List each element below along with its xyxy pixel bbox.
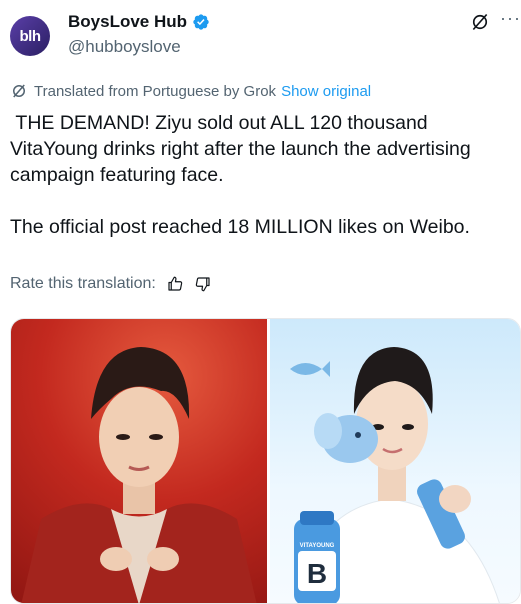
rate-translation: Rate this translation: bbox=[10, 275, 212, 293]
photo-right[interactable]: VITAYOUNG B bbox=[270, 319, 520, 603]
bottle-brand-label: VITAYOUNG bbox=[300, 543, 335, 549]
show-original-link[interactable]: Show original bbox=[281, 83, 371, 100]
rate-label: Rate this translation: bbox=[10, 275, 156, 292]
handle[interactable]: @hubboyslove bbox=[68, 37, 181, 57]
more-options-icon[interactable]: ··· bbox=[500, 8, 521, 29]
thumbs-up-icon[interactable] bbox=[166, 275, 184, 293]
grok-icon bbox=[13, 84, 25, 98]
person-red-jacket-image bbox=[21, 347, 257, 603]
avatar[interactable]: blh bbox=[10, 16, 50, 56]
grok-icon[interactable] bbox=[470, 12, 490, 32]
media-grid: VITAYOUNG B bbox=[10, 318, 521, 604]
post-header: blh BoysLove Hub @hubboyslove ··· bbox=[0, 0, 521, 66]
verified-badge-icon bbox=[193, 14, 209, 30]
person-with-drink-image: VITAYOUNG B bbox=[290, 347, 500, 603]
thumbs-down-icon[interactable] bbox=[194, 275, 212, 293]
name-row: BoysLove Hub bbox=[68, 12, 210, 32]
post-text: THE DEMAND! Ziyu sold out ALL 120 thousa… bbox=[10, 112, 471, 238]
translation-label: Translated from Portuguese by Grok bbox=[34, 82, 277, 100]
bottle-letter-label: B bbox=[307, 558, 327, 589]
photo-left[interactable] bbox=[11, 319, 267, 603]
display-name[interactable]: BoysLove Hub bbox=[68, 12, 187, 32]
translation-notice: Translated from Portuguese by Grok Show … bbox=[10, 82, 371, 100]
